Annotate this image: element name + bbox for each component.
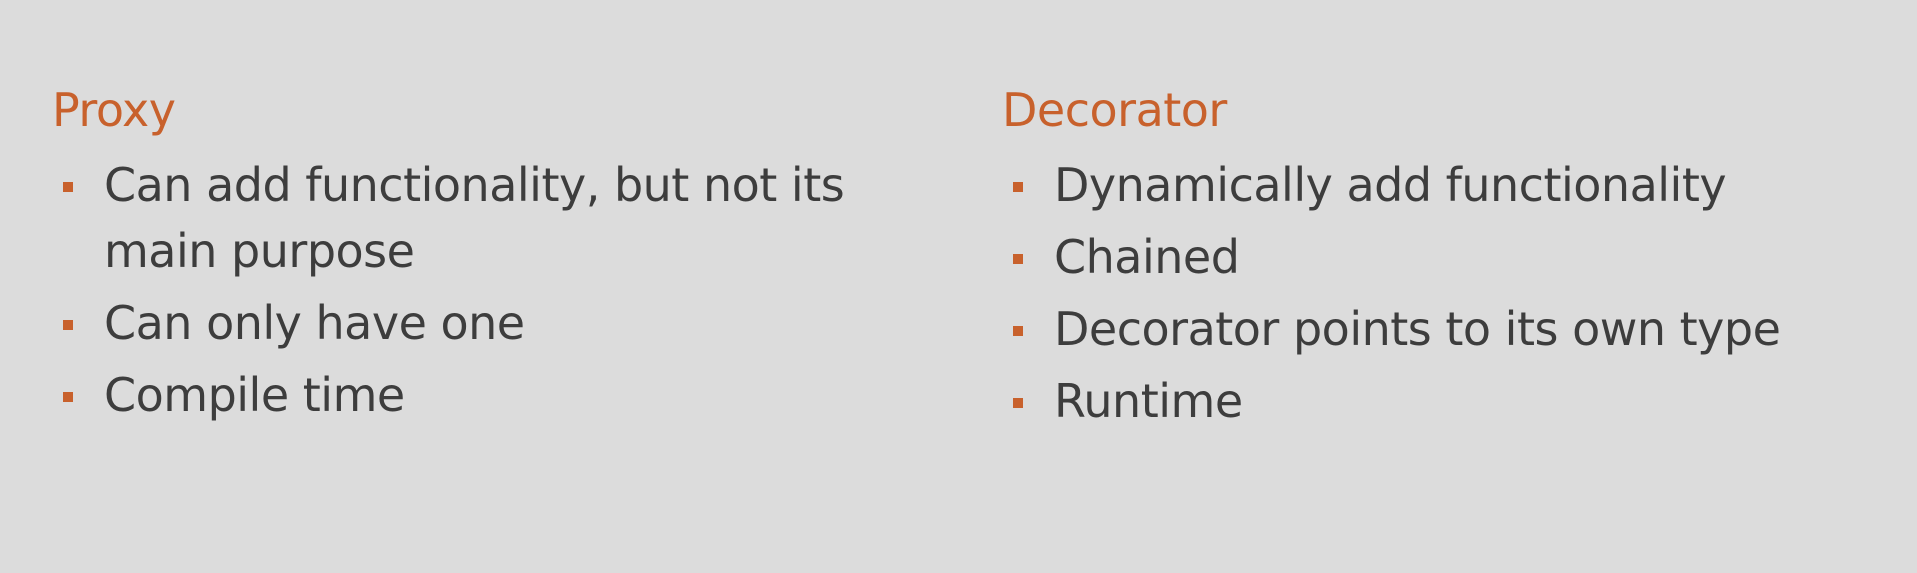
decorator-column: Decorator Dynamically add functionality … <box>1002 78 1902 440</box>
decorator-bullet-list: Dynamically add functionality Chained De… <box>1002 152 1902 434</box>
square-bullet-icon <box>63 320 73 330</box>
decorator-bullet-text: Decorator points to its own type <box>1054 302 1781 356</box>
square-bullet-icon <box>63 392 73 402</box>
decorator-bullet-text: Chained <box>1054 230 1240 284</box>
proxy-bullet-list: Can add functionality, but not its main … <box>52 152 912 428</box>
square-bullet-icon <box>1013 254 1023 264</box>
decorator-bullet-item: Chained <box>1002 224 1902 290</box>
decorator-bullet-item: Runtime <box>1002 368 1902 434</box>
proxy-column: Proxy Can add functionality, but not its… <box>52 78 912 434</box>
proxy-bullet-item: Compile time <box>52 362 912 428</box>
square-bullet-icon <box>63 182 73 192</box>
decorator-heading: Decorator <box>1002 83 1227 137</box>
square-bullet-icon <box>1013 326 1023 336</box>
proxy-bullet-text: Compile time <box>104 368 405 422</box>
decorator-bullet-item: Dynamically add functionality <box>1002 152 1902 218</box>
proxy-bullet-item: Can add functionality, but not its main … <box>52 152 904 284</box>
proxy-bullet-text: Can add functionality, but not its main … <box>104 158 845 278</box>
comparison-slide: Proxy Can add functionality, but not its… <box>0 0 1917 573</box>
square-bullet-icon <box>1013 182 1023 192</box>
proxy-bullet-text: Can only have one <box>104 296 525 350</box>
square-bullet-icon <box>1013 398 1023 408</box>
decorator-bullet-text: Runtime <box>1054 374 1243 428</box>
proxy-heading: Proxy <box>52 83 176 137</box>
proxy-bullet-item: Can only have one <box>52 290 912 356</box>
decorator-bullet-item: Decorator points to its own type <box>1002 296 1902 362</box>
decorator-bullet-text: Dynamically add functionality <box>1054 158 1727 212</box>
